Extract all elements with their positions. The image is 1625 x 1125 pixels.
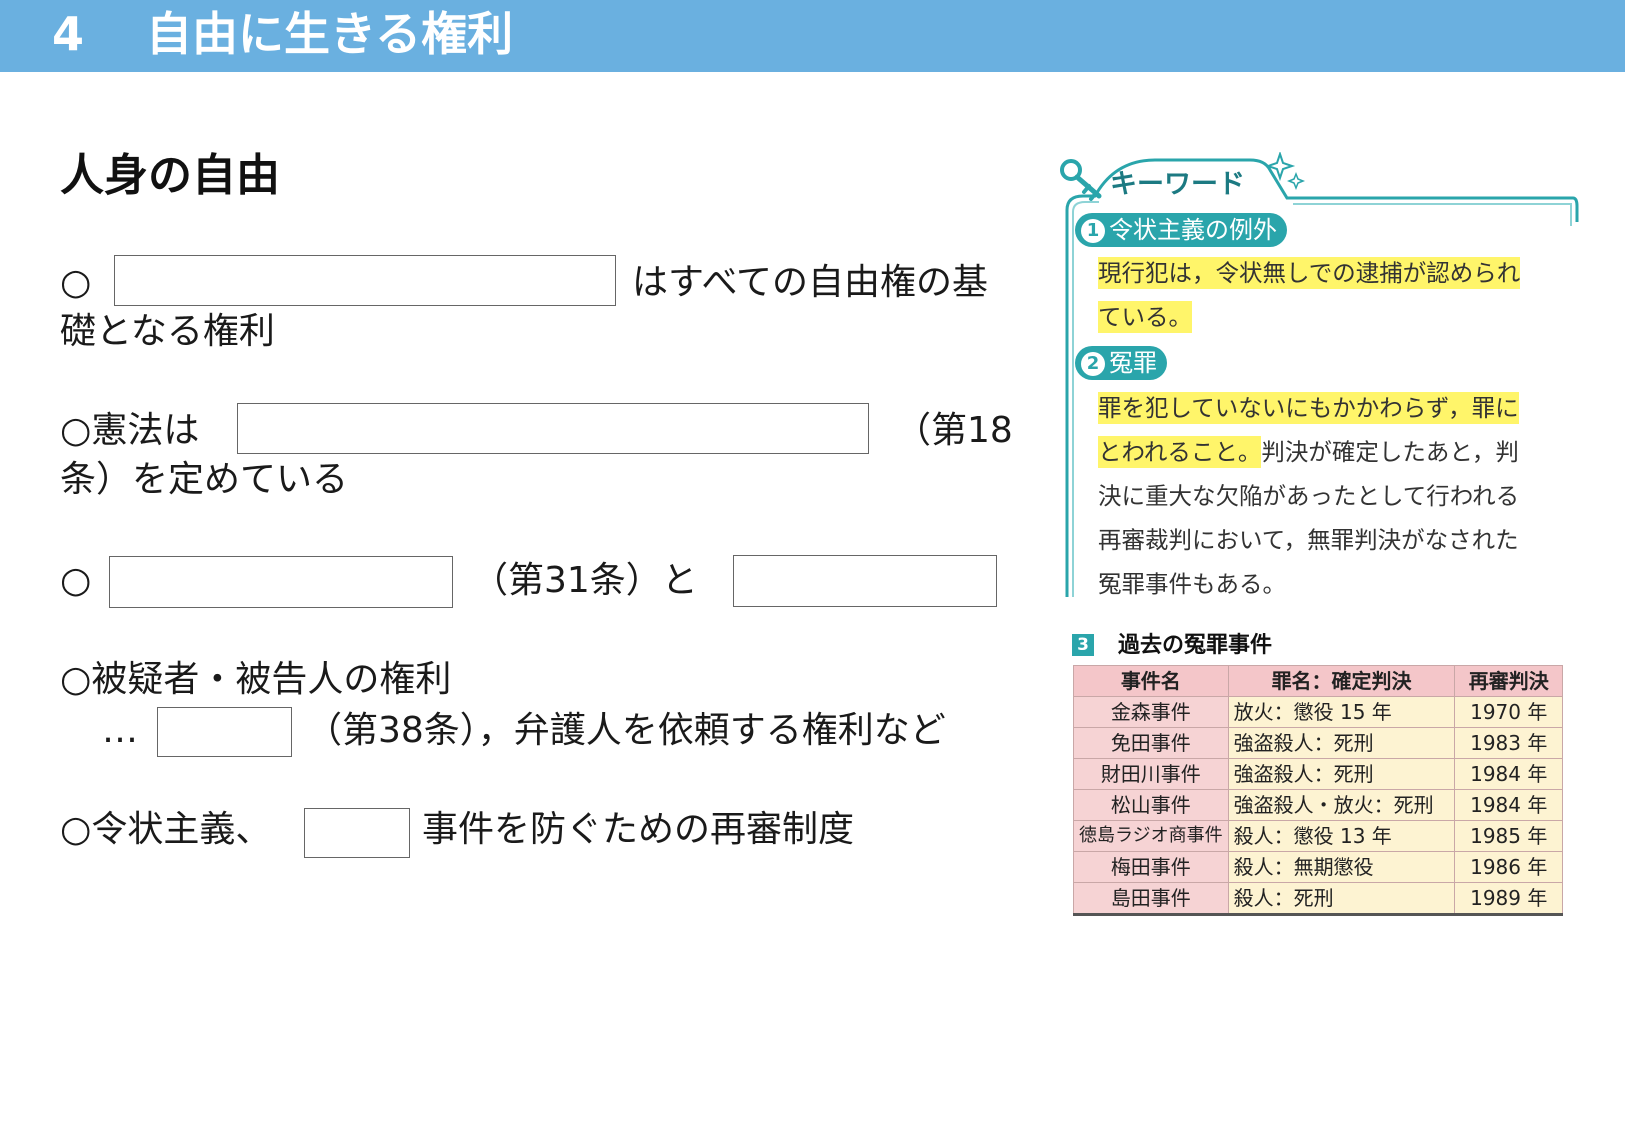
- case-charge: 殺人：無期懲役: [1227, 851, 1456, 883]
- table-row: 徳島ラジオ商事件 殺人：懲役 13 年 1985 年: [1073, 820, 1563, 852]
- chapter-number: 4: [52, 7, 85, 61]
- case-retrial-year: 1985 年: [1454, 820, 1563, 852]
- header-retrial: 再審判決: [1454, 665, 1563, 697]
- case-charge: 殺人：死刑: [1227, 882, 1456, 916]
- item1-after: はすべての自由権の基: [632, 262, 989, 303]
- keyword-2-number: 2: [1081, 352, 1105, 376]
- table-row: 島田事件 殺人：死刑 1989 年: [1073, 882, 1563, 916]
- table-row: 梅田事件 殺人：無期懲役 1986 年: [1073, 851, 1563, 883]
- case-retrial-year: 1970 年: [1454, 696, 1563, 728]
- blank-3a[interactable]: [109, 556, 453, 608]
- item4-line1: ○被疑者・被告人の権利: [60, 659, 452, 700]
- keyword-2-title: 2 冤罪: [1075, 346, 1167, 380]
- cases-table-title: 過去の冤罪事件: [1118, 633, 1273, 658]
- keyword-1-line-1: 現行犯は，令状無しでの逮捕が認められ: [1098, 257, 1521, 289]
- cases-table: 事件名 罪名：確定判決 再審判決 金森事件 放火：懲役 15 年 1970 年 …: [1073, 665, 1563, 916]
- table-header-row: 事件名 罪名：確定判決 再審判決: [1073, 665, 1563, 697]
- item5-prefix: ○令状主義、: [60, 809, 272, 850]
- blank-5[interactable]: [304, 808, 410, 858]
- blank-4[interactable]: [157, 707, 292, 757]
- header-case-name: 事件名: [1073, 665, 1229, 697]
- blank-3b[interactable]: [733, 555, 997, 607]
- case-name: 財田川事件: [1073, 758, 1229, 790]
- case-name: 免田事件: [1073, 727, 1229, 759]
- cases-table-caption: 3 過去の冤罪事件: [1072, 630, 1272, 662]
- case-retrial-year: 1984 年: [1454, 758, 1563, 790]
- case-retrial-year: 1984 年: [1454, 789, 1563, 821]
- keyword-2-line-3: 決に重大な欠陥があったとして行われる: [1098, 482, 1520, 510]
- case-retrial-year: 1989 年: [1454, 882, 1563, 916]
- case-retrial-year: 1986 年: [1454, 851, 1563, 883]
- keyword-2-line-5: 冤罪事件もある。: [1098, 570, 1286, 598]
- keyword-2-line-2: とわれること。判決が確定したあと，判: [1098, 436, 1519, 468]
- keyword-1-number: 1: [1081, 219, 1105, 243]
- case-name: 松山事件: [1073, 789, 1229, 821]
- case-charge: 強盗殺人：死刑: [1227, 758, 1456, 790]
- table-row: 金森事件 放火：懲役 15 年 1970 年: [1073, 696, 1563, 728]
- item4-after: （第38条），弁護人を依頼する権利など: [306, 710, 946, 751]
- blank-2[interactable]: [237, 403, 869, 454]
- item1-prefix: ○: [60, 262, 92, 303]
- chapter-title: 自由に生きる権利: [146, 7, 514, 61]
- case-charge: 強盗殺人：死刑: [1227, 727, 1456, 759]
- cases-table-number: 3: [1072, 634, 1094, 656]
- table-row: 財田川事件 強盗殺人：死刑 1984 年: [1073, 758, 1563, 790]
- case-name: 徳島ラジオ商事件: [1073, 820, 1229, 852]
- case-retrial-year: 1983 年: [1454, 727, 1563, 759]
- keyword-1-title: 1 令状主義の例外: [1075, 213, 1287, 247]
- case-name: 島田事件: [1073, 882, 1229, 916]
- section-title: 人身の自由: [60, 150, 280, 201]
- header-charge: 罪名：確定判決: [1227, 665, 1456, 697]
- keyword-2-label: 冤罪: [1109, 349, 1157, 377]
- item1-cont: 礎となる権利: [60, 311, 275, 352]
- case-name: 梅田事件: [1073, 851, 1229, 883]
- item2-prefix: ○憲法は: [60, 410, 200, 451]
- keyword-tab-label: キーワード: [1110, 169, 1245, 200]
- item2-cont: 条）を定めている: [60, 459, 349, 500]
- keyword-1-line-2: ている。: [1098, 301, 1192, 333]
- blank-1[interactable]: [114, 255, 616, 306]
- item2-after: （第18: [895, 410, 1013, 451]
- key-icon: [1060, 159, 1102, 201]
- keyword-2-line-4: 再審裁判において，無罪判決がなされた: [1098, 526, 1519, 554]
- item4-prefix: …: [102, 710, 138, 751]
- case-name: 金森事件: [1073, 696, 1229, 728]
- case-charge: 放火：懲役 15 年: [1227, 696, 1456, 728]
- table-row: 松山事件 強盗殺人・放火：死刑 1984 年: [1073, 789, 1563, 821]
- keyword-1-label: 令状主義の例外: [1109, 216, 1277, 244]
- keyword-2-line-1: 罪を犯していないにもかかわらず，罪に: [1098, 392, 1519, 424]
- title-banner: 4 自由に生きる権利: [0, 0, 1625, 72]
- item3-prefix: ○: [60, 560, 92, 601]
- sparkle-icon: [1268, 152, 1306, 191]
- item5-after: 事件を防ぐための再審制度: [422, 809, 855, 850]
- case-charge: 殺人：懲役 13 年: [1227, 820, 1456, 852]
- item3-middle: （第31条）と: [472, 560, 698, 601]
- table-row: 免田事件 強盗殺人：死刑 1983 年: [1073, 727, 1563, 759]
- case-charge: 強盗殺人・放火：死刑: [1227, 789, 1456, 821]
